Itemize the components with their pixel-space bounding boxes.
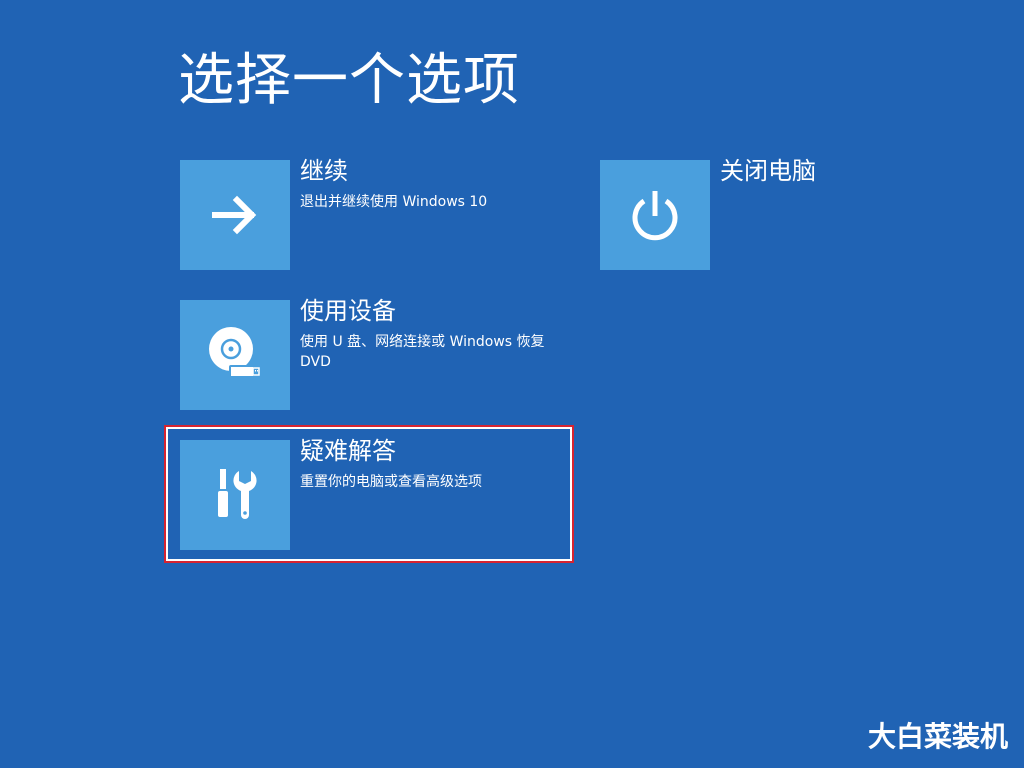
option-use-device-text: 使用设备 使用 U 盘、网络连接或 Windows 恢复 DVD [300, 297, 560, 372]
arrow-right-icon [212, 195, 257, 235]
option-troubleshoot-title: 疑难解答 [300, 437, 396, 465]
page-title: 选择一个选项 [178, 48, 520, 113]
option-shutdown[interactable]: 关闭电脑 [600, 157, 980, 270]
option-troubleshoot[interactable]: 疑难解答 重置你的电脑或查看高级选项 [180, 437, 560, 550]
option-troubleshoot-text: 疑难解答 重置你的电脑或查看高级选项 [300, 437, 560, 492]
option-shutdown-tile[interactable] [600, 160, 710, 270]
option-continue-description: 退出并继续使用 Windows 10 [300, 194, 488, 210]
option-troubleshoot-tile[interactable] [180, 440, 290, 550]
disc-usb-icon [209, 327, 261, 378]
tools-icon [218, 469, 257, 519]
option-use-device-tile[interactable] [180, 300, 290, 410]
recovery-screen: 选择一个选项 继续 退出并继续使用 Windows 10 关闭电脑 使用设备 使… [0, 0, 1024, 768]
option-continue-title: 继续 [300, 157, 348, 185]
option-use-device[interactable]: 使用设备 使用 U 盘、网络连接或 Windows 恢复 DVD [180, 297, 560, 410]
power-icon [632, 191, 678, 241]
option-troubleshoot-description: 重置你的电脑或查看高级选项 [300, 474, 482, 490]
watermark: 大白菜装机 [867, 720, 1008, 753]
option-continue[interactable]: 继续 退出并继续使用 Windows 10 [180, 157, 560, 270]
option-shutdown-text: 关闭电脑 [720, 157, 980, 192]
option-continue-tile[interactable] [180, 160, 290, 270]
option-use-device-title: 使用设备 [300, 297, 396, 325]
option-use-device-description: 使用 U 盘、网络连接或 Windows 恢复 DVD [300, 334, 545, 370]
option-continue-text: 继续 退出并继续使用 Windows 10 [300, 157, 560, 212]
option-shutdown-title: 关闭电脑 [720, 157, 816, 185]
